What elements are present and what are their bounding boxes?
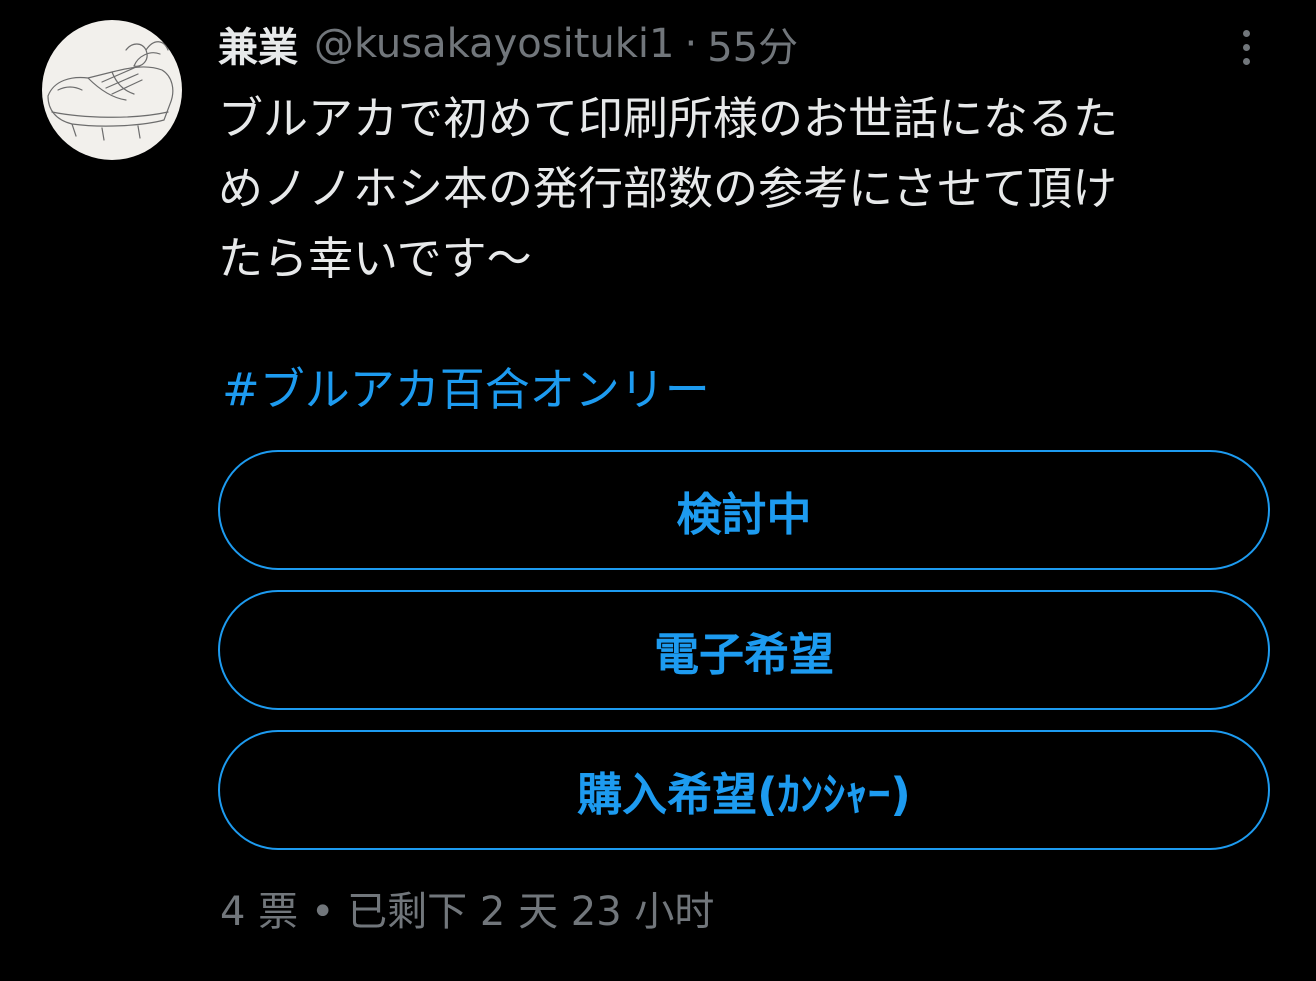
poll-option-2[interactable]: 電子希望 xyxy=(218,590,1270,710)
tweet-text-line: ブルアカで初めて印刷所様のお世話になるた xyxy=(218,92,1119,145)
tweet-text-line: たら幸いです～ xyxy=(218,232,532,285)
tweet-time[interactable]: 55分 xyxy=(707,15,798,73)
more-options-button[interactable] xyxy=(1226,22,1266,72)
display-name[interactable]: 兼業 xyxy=(218,15,298,73)
tweet-text-line: めノノホシ本の発行部数の参考にさせて頂け xyxy=(218,162,1118,215)
more-vertical-icon-dot xyxy=(1242,57,1250,65)
hashtag-link[interactable]: #ブルアカ百合オンリー xyxy=(222,358,710,422)
sneaker-sketch-icon xyxy=(47,41,174,141)
more-vertical-icon-dot xyxy=(1242,43,1250,51)
separator-dot: · xyxy=(684,21,698,67)
more-vertical-icon-dot xyxy=(1242,29,1250,37)
tweet-text: ブルアカで初めて印刷所様のお世話になるた めノノホシ本の発行部数の参考にさせて頂… xyxy=(218,84,1278,294)
user-handle[interactable]: @kusakayosituki1 xyxy=(314,21,674,67)
poll-option-3[interactable]: 購入希望(ｶﾝｼｬｰ) xyxy=(218,730,1270,850)
tweet-header: 兼業 @kusakayosituki1 · 55分 xyxy=(218,15,798,73)
poll-meta: 4 票 • 已剩下 2 天 23 小时 xyxy=(220,889,715,935)
avatar[interactable] xyxy=(42,20,182,160)
poll-option-1[interactable]: 検討中 xyxy=(218,450,1270,570)
